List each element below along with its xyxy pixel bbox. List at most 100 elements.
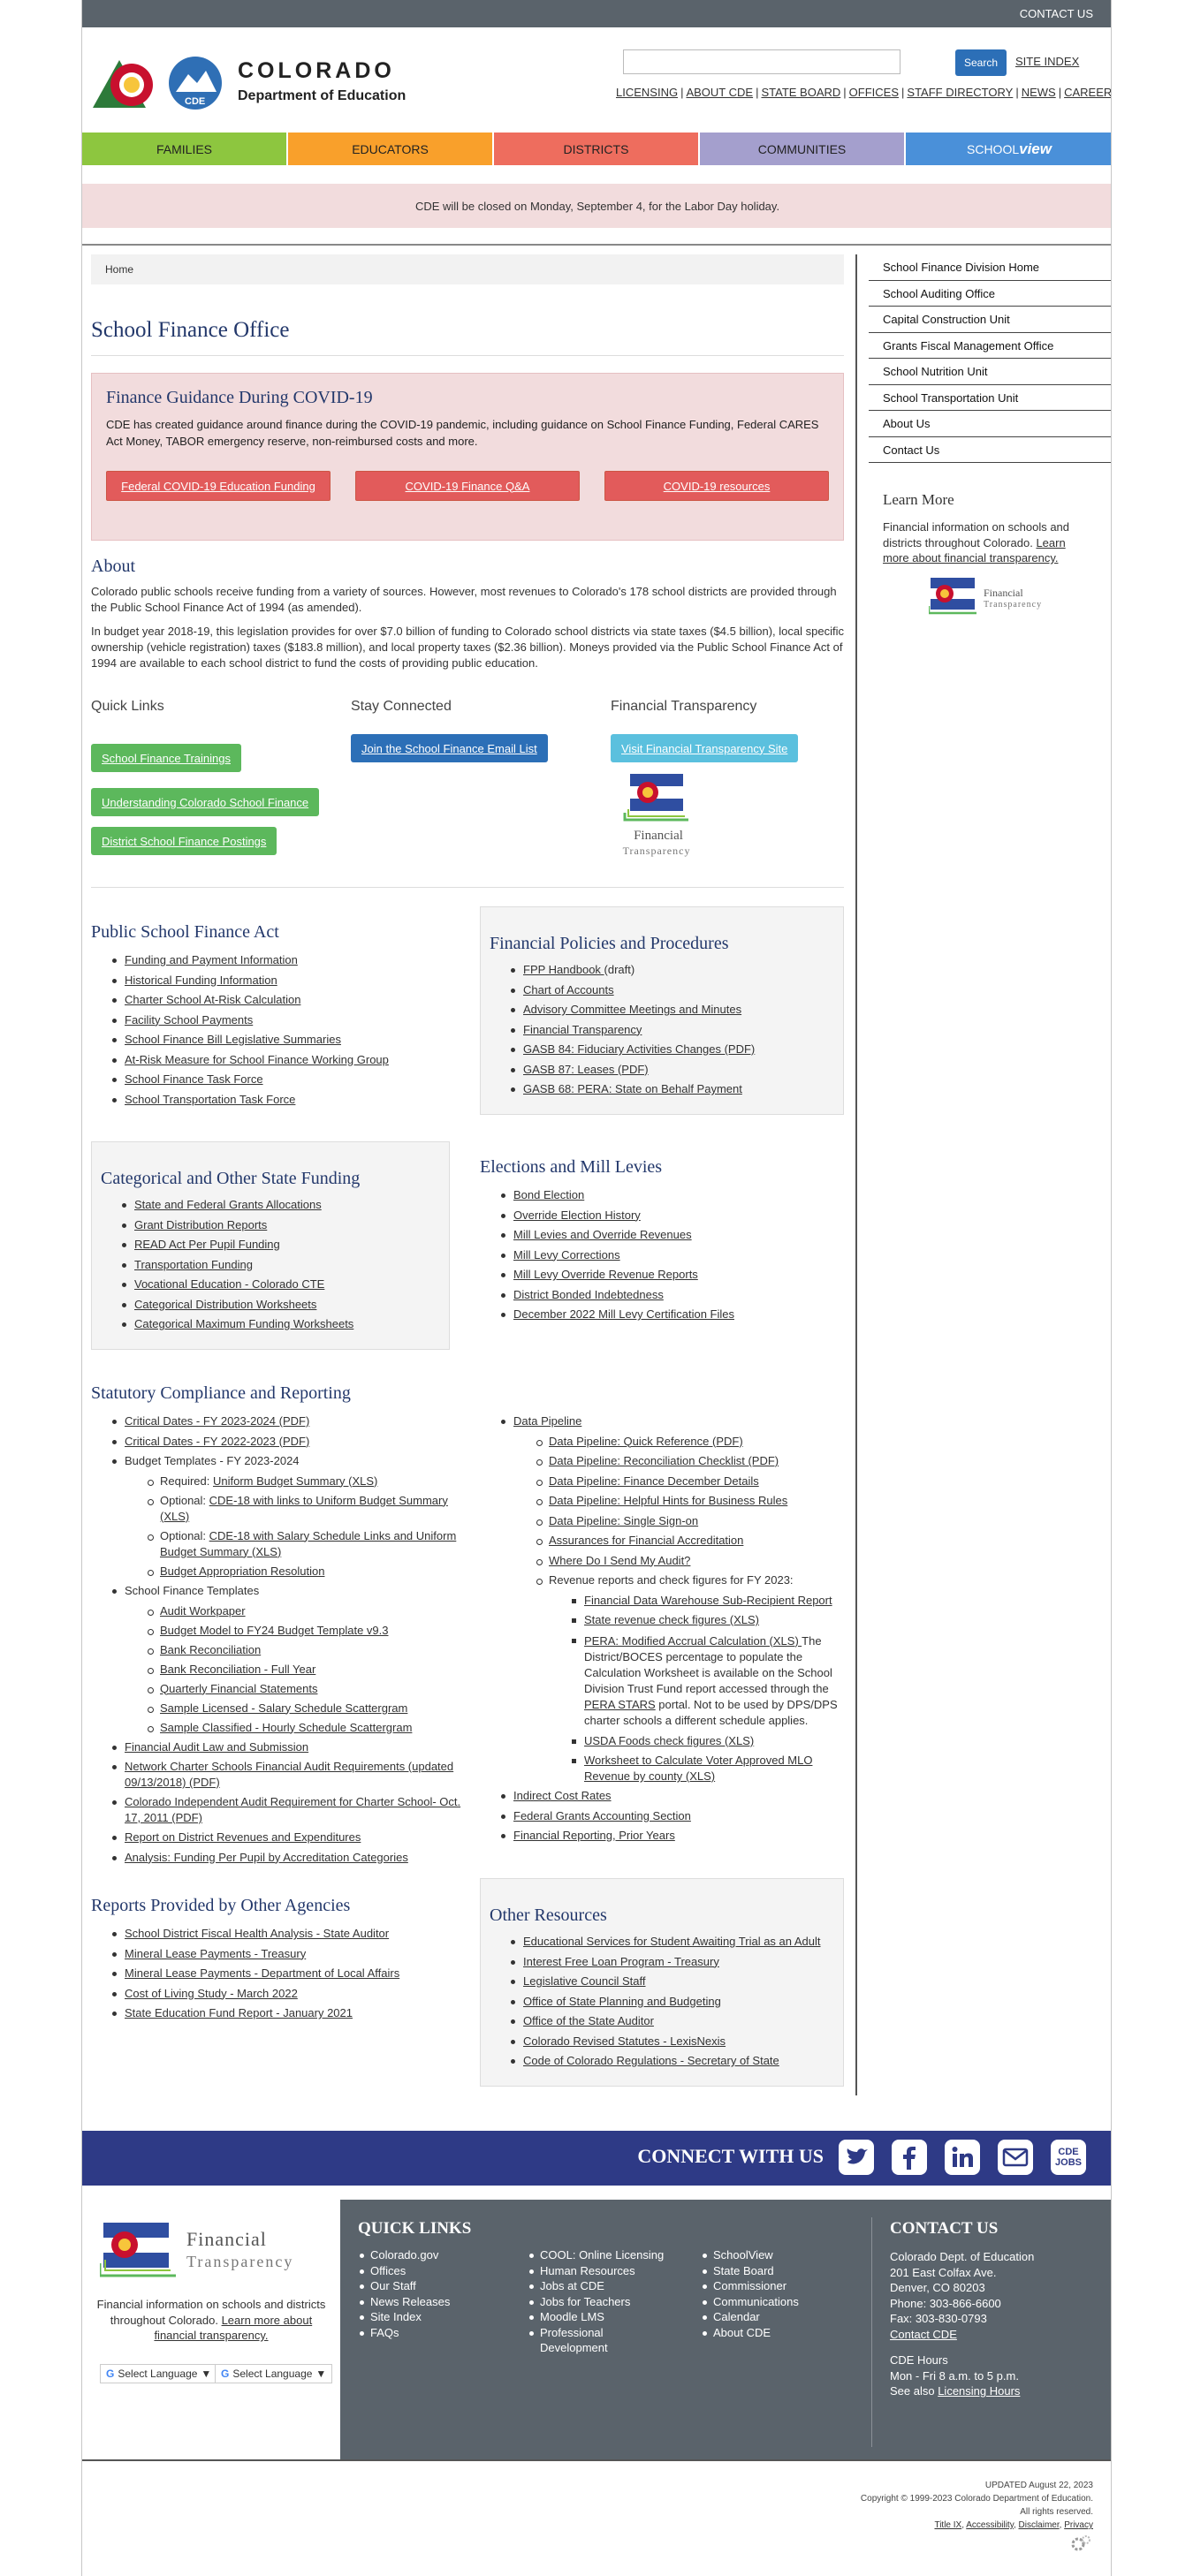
nav-tab-families[interactable]: FAMILIES bbox=[82, 133, 288, 165]
list-item[interactable]: GASB 68: PERA: State on Behalf Payment bbox=[507, 1080, 834, 1100]
list-item[interactable]: Charter School At-Risk Calculation bbox=[109, 990, 462, 1011]
statutory-link[interactable]: Indirect Cost Rates bbox=[513, 1789, 612, 1802]
list-item[interactable]: Mineral Lease Payments - Treasury bbox=[109, 1944, 462, 1965]
breadcrumb-home[interactable]: Home bbox=[105, 263, 133, 276]
list-item[interactable]: School Finance Bill Legislative Summarie… bbox=[109, 1030, 462, 1050]
covid-finance-qa-button[interactable]: COVID-19 Finance Q&A bbox=[355, 471, 580, 501]
statutory-link[interactable]: Budget Appropriation Resolution bbox=[160, 1565, 324, 1578]
list-item[interactable]: Facility School Payments bbox=[109, 1011, 462, 1031]
list-item[interactable]: Data Pipeline: Helpful Hints for Busines… bbox=[533, 1491, 844, 1512]
footer-link[interactable]: Professional Development bbox=[528, 2325, 625, 2356]
psfa-link[interactable]: School Transportation Task Force bbox=[125, 1093, 295, 1106]
privacy-link[interactable]: Privacy bbox=[1064, 2520, 1093, 2530]
list-item[interactable]: Office of the State Auditor bbox=[507, 2012, 841, 2032]
footer-link[interactable]: FAQs bbox=[358, 2325, 517, 2341]
fpp-handbook-link[interactable]: FPP Handbook bbox=[523, 963, 604, 976]
list-item[interactable]: Worksheet to Calculate Voter Approved ML… bbox=[568, 1751, 844, 1786]
util-link-about[interactable]: ABOUT CDE bbox=[686, 86, 753, 99]
list-item[interactable]: Override Election History bbox=[498, 1206, 842, 1226]
list-item[interactable]: Analysis: Funding Per Pupil by Accredita… bbox=[109, 1848, 462, 1868]
categorical-link[interactable]: READ Act Per Pupil Funding bbox=[134, 1238, 280, 1251]
sidebar-item-transportation[interactable]: School Transportation Unit bbox=[869, 385, 1111, 411]
list-item[interactable]: Vocational Education - Colorado CTE bbox=[118, 1275, 445, 1295]
list-item[interactable]: State and Federal Grants Allocations bbox=[118, 1195, 445, 1216]
list-item[interactable]: Categorical Distribution Worksheets bbox=[118, 1295, 445, 1315]
agency-link[interactable]: Mineral Lease Payments - Department of L… bbox=[125, 1966, 399, 1980]
list-item[interactable]: Data Pipeline: Quick Reference (PDF) bbox=[533, 1432, 844, 1452]
list-item[interactable]: FPP Handbook (draft) bbox=[507, 960, 834, 981]
title-ix-link[interactable]: Title IX bbox=[934, 2520, 961, 2530]
resource-link[interactable]: Office of State Planning and Budgeting bbox=[523, 1995, 721, 2008]
template-link[interactable]: Sample Classified - Hourly Schedule Scat… bbox=[160, 1721, 412, 1734]
nav-tab-educators[interactable]: EDUCATORS bbox=[288, 133, 494, 165]
list-item[interactable]: Bond Election bbox=[498, 1186, 842, 1206]
statutory-link[interactable]: Financial Audit Law and Submission bbox=[125, 1740, 308, 1754]
list-item[interactable]: Where Do I Send My Audit? bbox=[533, 1551, 844, 1572]
list-item[interactable]: Mineral Lease Payments - Department of L… bbox=[109, 1964, 462, 1984]
pipeline-link[interactable]: Data Pipeline: Single Sign-on bbox=[549, 1514, 698, 1527]
list-item[interactable]: Audit Workpaper bbox=[144, 1602, 462, 1621]
pera-link[interactable]: PERA: Modified Accrual Calculation (XLS) bbox=[584, 1634, 802, 1648]
list-item[interactable]: Advisory Committee Meetings and Minutes bbox=[507, 1000, 834, 1020]
util-link-licensing[interactable]: LICENSING bbox=[616, 86, 678, 99]
list-item[interactable]: Financial Audit Law and Submission bbox=[109, 1738, 462, 1758]
cde-logo[interactable]: CDE COLORADO Department of Education bbox=[91, 49, 445, 117]
footer-link[interactable]: Offices bbox=[358, 2263, 517, 2279]
template-link[interactable]: Audit Workpaper bbox=[160, 1604, 246, 1618]
template-link[interactable]: Bank Reconciliation bbox=[160, 1643, 261, 1656]
list-item[interactable]: Assurances for Financial Accreditation bbox=[533, 1531, 844, 1551]
categorical-link[interactable]: Categorical Distribution Worksheets bbox=[134, 1298, 316, 1311]
contact-cde-link[interactable]: Contact CDE bbox=[890, 2327, 1093, 2343]
list-item[interactable]: Sample Licensed - Salary Schedule Scatte… bbox=[144, 1699, 462, 1718]
elections-link[interactable]: District Bonded Indebtedness bbox=[513, 1288, 664, 1301]
list-item[interactable]: GASB 84: Fiduciary Activities Changes (P… bbox=[507, 1040, 834, 1060]
util-link-offices[interactable]: OFFICES bbox=[849, 86, 899, 99]
template-link[interactable]: Bank Reconciliation - Full Year bbox=[160, 1663, 315, 1676]
list-item[interactable]: State revenue check figures (XLS) bbox=[568, 1610, 844, 1631]
agency-link[interactable]: School District Fiscal Health Analysis -… bbox=[125, 1927, 389, 1940]
elections-link[interactable]: Mill Levies and Override Revenues bbox=[513, 1228, 692, 1241]
pipeline-link[interactable]: Data Pipeline: Helpful Hints for Busines… bbox=[549, 1494, 787, 1507]
list-item[interactable]: Code of Colorado Regulations - Secretary… bbox=[507, 2051, 841, 2072]
footer-link[interactable]: Our Staff bbox=[358, 2278, 517, 2294]
nav-tab-districts[interactable]: DISTRICTS bbox=[494, 133, 700, 165]
list-item[interactable]: Data Pipeline: Finance December Details bbox=[533, 1472, 844, 1492]
elections-link[interactable]: Bond Election bbox=[513, 1188, 584, 1201]
policy-link[interactable]: GASB 87: Leases (PDF) bbox=[523, 1063, 649, 1076]
elections-link[interactable]: Override Election History bbox=[513, 1208, 641, 1222]
util-link-staff-directory[interactable]: STAFF DIRECTORY bbox=[907, 86, 1013, 99]
footer-link[interactable]: Colorado.gov bbox=[358, 2247, 517, 2263]
categorical-link[interactable]: State and Federal Grants Allocations bbox=[134, 1198, 322, 1211]
list-item[interactable]: At-Risk Measure for School Finance Worki… bbox=[109, 1050, 462, 1071]
statutory-link[interactable]: Report on District Revenues and Expendit… bbox=[125, 1830, 361, 1844]
list-item[interactable]: Budget Appropriation Resolution bbox=[144, 1562, 462, 1582]
list-item[interactable]: Office of State Planning and Budgeting bbox=[507, 1992, 841, 2012]
policy-link[interactable]: Chart of Accounts bbox=[523, 983, 614, 996]
list-item[interactable]: Required: Uniform Budget Summary (XLS) bbox=[144, 1472, 462, 1491]
psfa-link[interactable]: Facility School Payments bbox=[125, 1013, 253, 1027]
data-pipeline-link[interactable]: Data Pipeline bbox=[513, 1414, 581, 1428]
list-item[interactable]: Sample Classified - Hourly Schedule Scat… bbox=[144, 1718, 462, 1738]
pipeline-link[interactable]: Assurances for Financial Accreditation bbox=[549, 1534, 743, 1547]
list-item[interactable]: Optional: CDE-18 with Salary Schedule Li… bbox=[144, 1527, 462, 1562]
pera-stars-link[interactable]: PERA STARS bbox=[584, 1698, 656, 1711]
pipeline-link[interactable]: Data Pipeline: Reconciliation Checklist … bbox=[549, 1454, 779, 1467]
categorical-link[interactable]: Categorical Maximum Funding Worksheets bbox=[134, 1317, 353, 1330]
elections-link[interactable]: December 2022 Mill Levy Certification Fi… bbox=[513, 1307, 734, 1321]
list-item[interactable]: Interest Free Loan Program - Treasury bbox=[507, 1952, 841, 1973]
footer-link[interactable]: News Releases bbox=[358, 2294, 517, 2310]
understanding-school-finance-button[interactable]: Understanding Colorado School Finance bbox=[91, 788, 320, 816]
list-item[interactable]: December 2022 Mill Levy Certification Fi… bbox=[498, 1305, 842, 1325]
elections-link[interactable]: Mill Levy Override Revenue Reports bbox=[513, 1268, 698, 1281]
statutory-link[interactable]: Uniform Budget Summary (XLS) bbox=[213, 1474, 377, 1488]
site-index-link[interactable]: SITE INDEX bbox=[1015, 55, 1079, 68]
sidebar-item-auditing[interactable]: School Auditing Office bbox=[869, 281, 1111, 307]
list-item[interactable]: Funding and Payment Information bbox=[109, 951, 462, 971]
sidebar-item-division-home[interactable]: School Finance Division Home bbox=[869, 254, 1111, 281]
nav-tab-schoolview[interactable]: SCHOOL view bbox=[906, 133, 1111, 165]
sidebar-item-capital-construction[interactable]: Capital Construction Unit bbox=[869, 307, 1111, 333]
categorical-link[interactable]: Transportation Funding bbox=[134, 1258, 253, 1271]
psfa-link[interactable]: Funding and Payment Information bbox=[125, 953, 298, 966]
language-select-1[interactable]: G Select Language ▼ bbox=[100, 2364, 218, 2383]
resource-link[interactable]: Legislative Council Staff bbox=[523, 1974, 646, 1988]
